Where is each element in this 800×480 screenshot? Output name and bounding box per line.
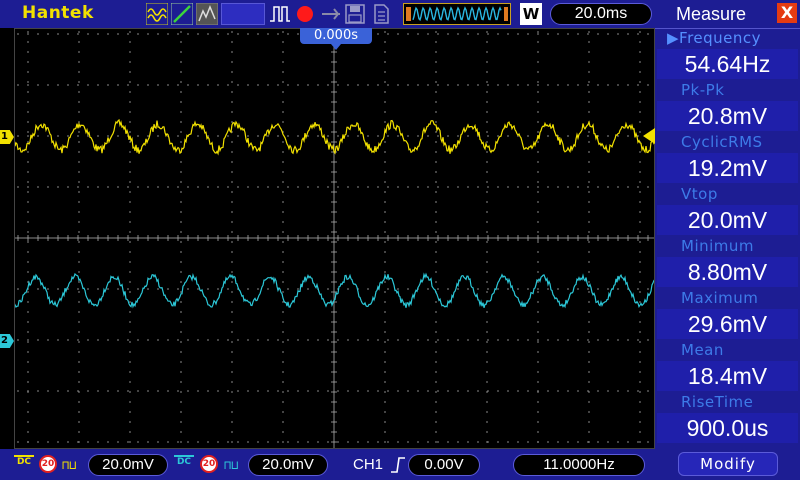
measure-value: 8.80mV xyxy=(657,257,798,287)
measure-label: Pk-Pk xyxy=(657,81,798,100)
ch1-volts-div[interactable]: 20.0mV xyxy=(88,454,168,476)
ch1-coupling[interactable]: DC xyxy=(14,455,34,467)
channel-marker-rail xyxy=(0,28,14,449)
measure-value: 54.64Hz xyxy=(657,49,798,79)
waveform-icon[interactable] xyxy=(146,3,168,25)
trigger-position-label[interactable]: 0.000s xyxy=(300,28,372,50)
measure-label: Maximum xyxy=(657,289,798,308)
ch2-bw-limit-icon[interactable]: 20 xyxy=(200,455,218,473)
memory-waveform-icon xyxy=(406,6,508,22)
frequency-counter: 11.0000Hz xyxy=(513,454,645,476)
measure-value: 20.0mV xyxy=(657,205,798,235)
slope-icon[interactable] xyxy=(171,3,193,25)
measure-label: Mean xyxy=(657,341,798,360)
memory-waveform-box[interactable] xyxy=(403,3,511,25)
bottom-status-bar: DC 20 ⊓⊔ 20.0mV DC 20 ⊓⊔ 20.0mV CH1 0.00… xyxy=(0,449,655,480)
persist-icon[interactable] xyxy=(196,3,218,25)
measure-header: Measure X xyxy=(655,0,800,28)
ch1-bw-limit-icon[interactable]: 20 xyxy=(39,455,57,473)
file-icon[interactable] xyxy=(370,3,392,25)
ch2-coupling[interactable]: DC xyxy=(174,455,194,467)
measure-item-mean[interactable]: Mean 18.4mV xyxy=(657,341,798,391)
trigger-source[interactable]: CH1 xyxy=(353,456,383,473)
measure-panel: Measure X ▶Frequency 54.64Hz Pk-Pk 20.8m… xyxy=(655,0,800,480)
measure-item-pk-pk[interactable]: Pk-Pk 20.8mV xyxy=(657,81,798,131)
measure-value: 29.6mV xyxy=(657,309,798,339)
measure-label: CyclicRMS xyxy=(657,133,798,152)
ch2-volts-div[interactable]: 20.0mV xyxy=(248,454,328,476)
measure-value: 19.2mV xyxy=(657,153,798,183)
measure-label: RiseTime xyxy=(657,393,798,412)
modify-button[interactable]: Modify xyxy=(678,452,778,476)
usb-icon[interactable] xyxy=(320,3,342,25)
ch2-probe-icon: ⊓⊔ xyxy=(224,458,239,472)
measure-item-rise-time[interactable]: RiseTime 900.0us xyxy=(657,393,798,443)
measure-item-minimum[interactable]: Minimum 8.80mV xyxy=(657,237,798,287)
trigger-level-marker[interactable] xyxy=(643,128,655,144)
measure-value: 18.4mV xyxy=(657,361,798,391)
brand-logo: Hantek xyxy=(22,3,94,23)
pulse-icon[interactable] xyxy=(268,3,292,25)
measure-item-frequency[interactable]: ▶Frequency 54.64Hz xyxy=(657,29,798,79)
waveform-display[interactable] xyxy=(14,28,655,449)
measure-value: 900.0us xyxy=(657,413,798,443)
timebase-value[interactable]: 20.0ms xyxy=(550,3,652,25)
trigger-level-value[interactable]: 0.00V xyxy=(408,454,480,476)
record-icon[interactable] xyxy=(294,3,316,25)
graticule-grid xyxy=(14,28,655,449)
top-status-bar: Hantek W 20.0ms xyxy=(0,0,655,28)
ch1-probe-icon: ⊓⊔ xyxy=(62,458,77,472)
oscilloscope-screen: Hantek W 20.0ms 0.000s 1 2 DC 20 ⊓⊔ 20.0… xyxy=(0,0,800,480)
rising-edge-icon[interactable] xyxy=(390,456,406,474)
measure-label: Minimum xyxy=(657,237,798,256)
measure-label: Vtop xyxy=(657,185,798,204)
measure-item-cyclic-rms[interactable]: CyclicRMS 19.2mV xyxy=(657,133,798,183)
measure-value: 20.8mV xyxy=(657,101,798,131)
measure-item-vtop[interactable]: Vtop 20.0mV xyxy=(657,185,798,235)
close-icon[interactable]: X xyxy=(777,3,797,23)
measure-title: Measure xyxy=(676,4,747,24)
empty-status-box xyxy=(221,3,265,25)
measure-item-maximum[interactable]: Maximum 29.6mV xyxy=(657,289,798,339)
acquire-mode-w[interactable]: W xyxy=(520,3,542,25)
measure-label: ▶Frequency xyxy=(657,29,798,48)
save-icon[interactable] xyxy=(344,3,366,25)
